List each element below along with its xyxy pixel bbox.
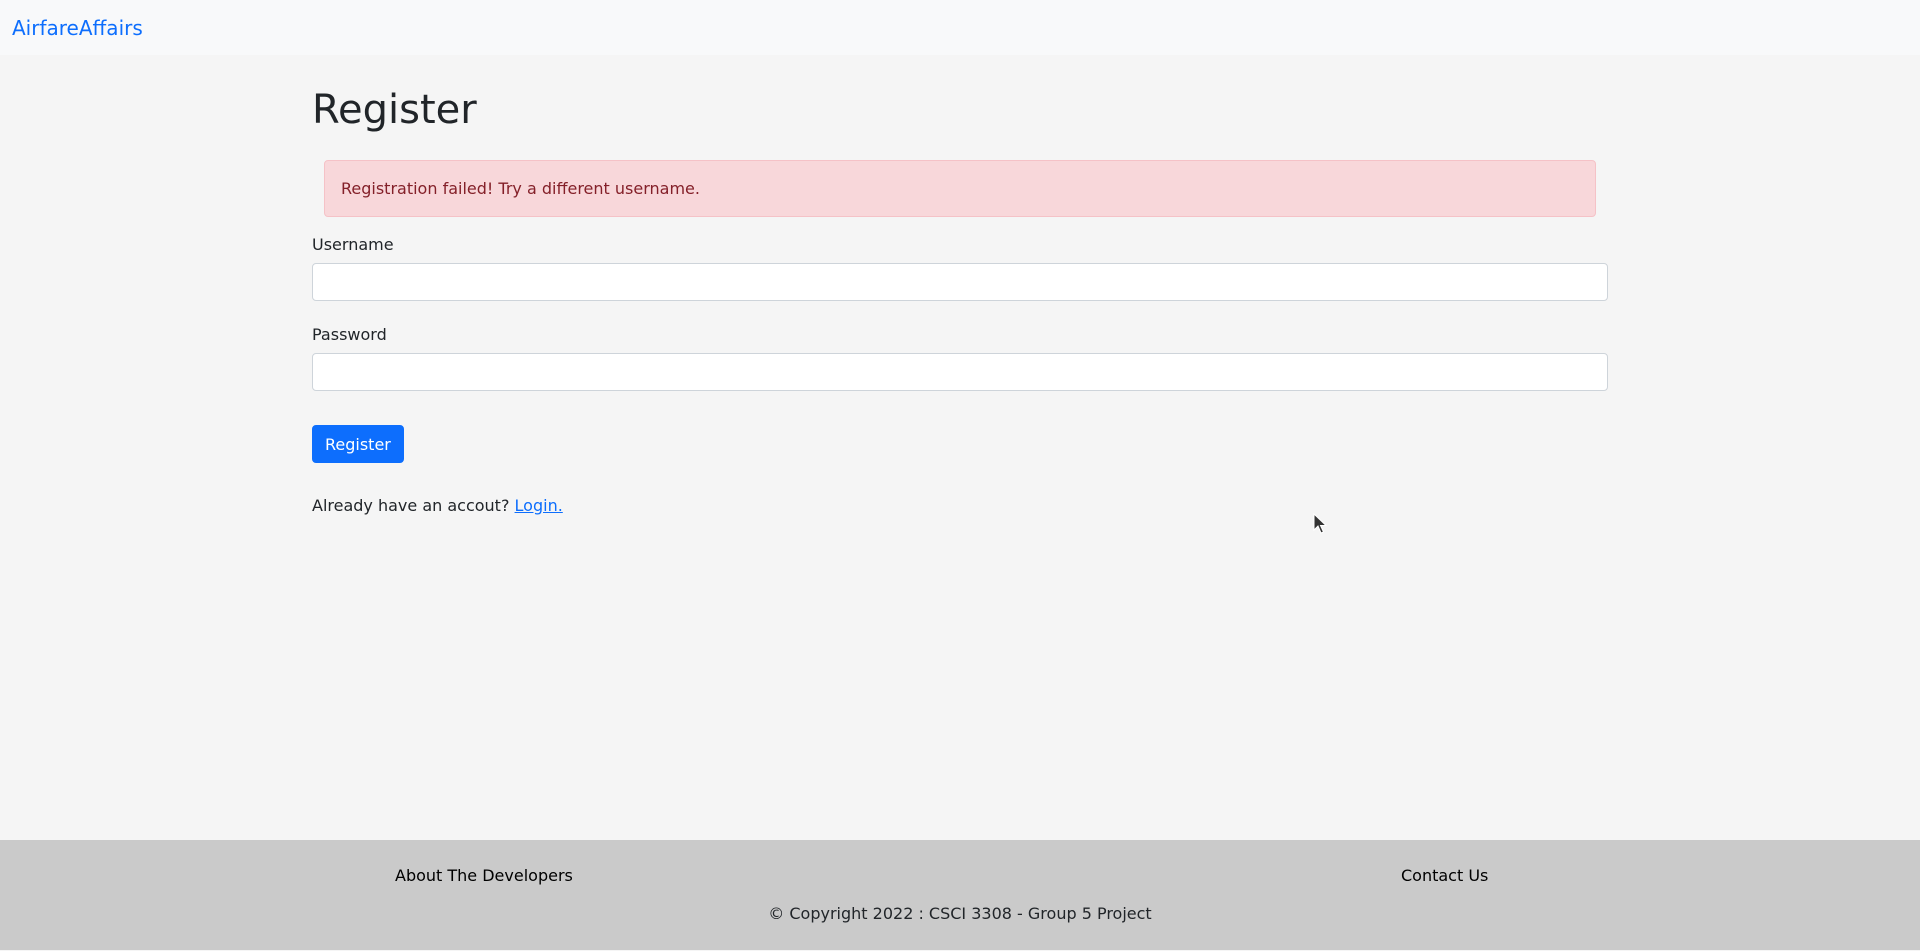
- password-label: Password: [312, 325, 387, 344]
- mouse-cursor-icon: [1313, 513, 1327, 534]
- password-group: Password: [312, 325, 1608, 391]
- username-input[interactable]: [312, 263, 1608, 301]
- username-label: Username: [312, 235, 394, 254]
- register-button[interactable]: Register: [312, 425, 404, 463]
- footer-about-link[interactable]: About The Developers: [395, 866, 573, 885]
- error-alert: Registration failed! Try a different use…: [324, 160, 1596, 217]
- login-prompt: Already have an accout? Login.: [312, 496, 1608, 515]
- footer: About The Developers Contact Us © Copyri…: [0, 840, 1920, 950]
- error-alert-text: Registration failed! Try a different use…: [341, 179, 700, 198]
- navbar: AirfareAffairs: [0, 0, 1920, 55]
- login-prompt-text: Already have an accout?: [312, 496, 510, 515]
- register-page: Register Registration failed! Try a diff…: [312, 55, 1608, 515]
- login-link[interactable]: Login.: [515, 496, 563, 515]
- password-input[interactable]: [312, 353, 1608, 391]
- brand-link[interactable]: AirfareAffairs: [12, 16, 143, 40]
- register-form: Username Password Register: [312, 235, 1608, 463]
- page-title: Register: [312, 87, 477, 133]
- username-group: Username: [312, 235, 1608, 301]
- copyright-text: © Copyright 2022 : CSCI 3308 - Group 5 P…: [768, 904, 1152, 923]
- footer-contact-link[interactable]: Contact Us: [1401, 866, 1488, 885]
